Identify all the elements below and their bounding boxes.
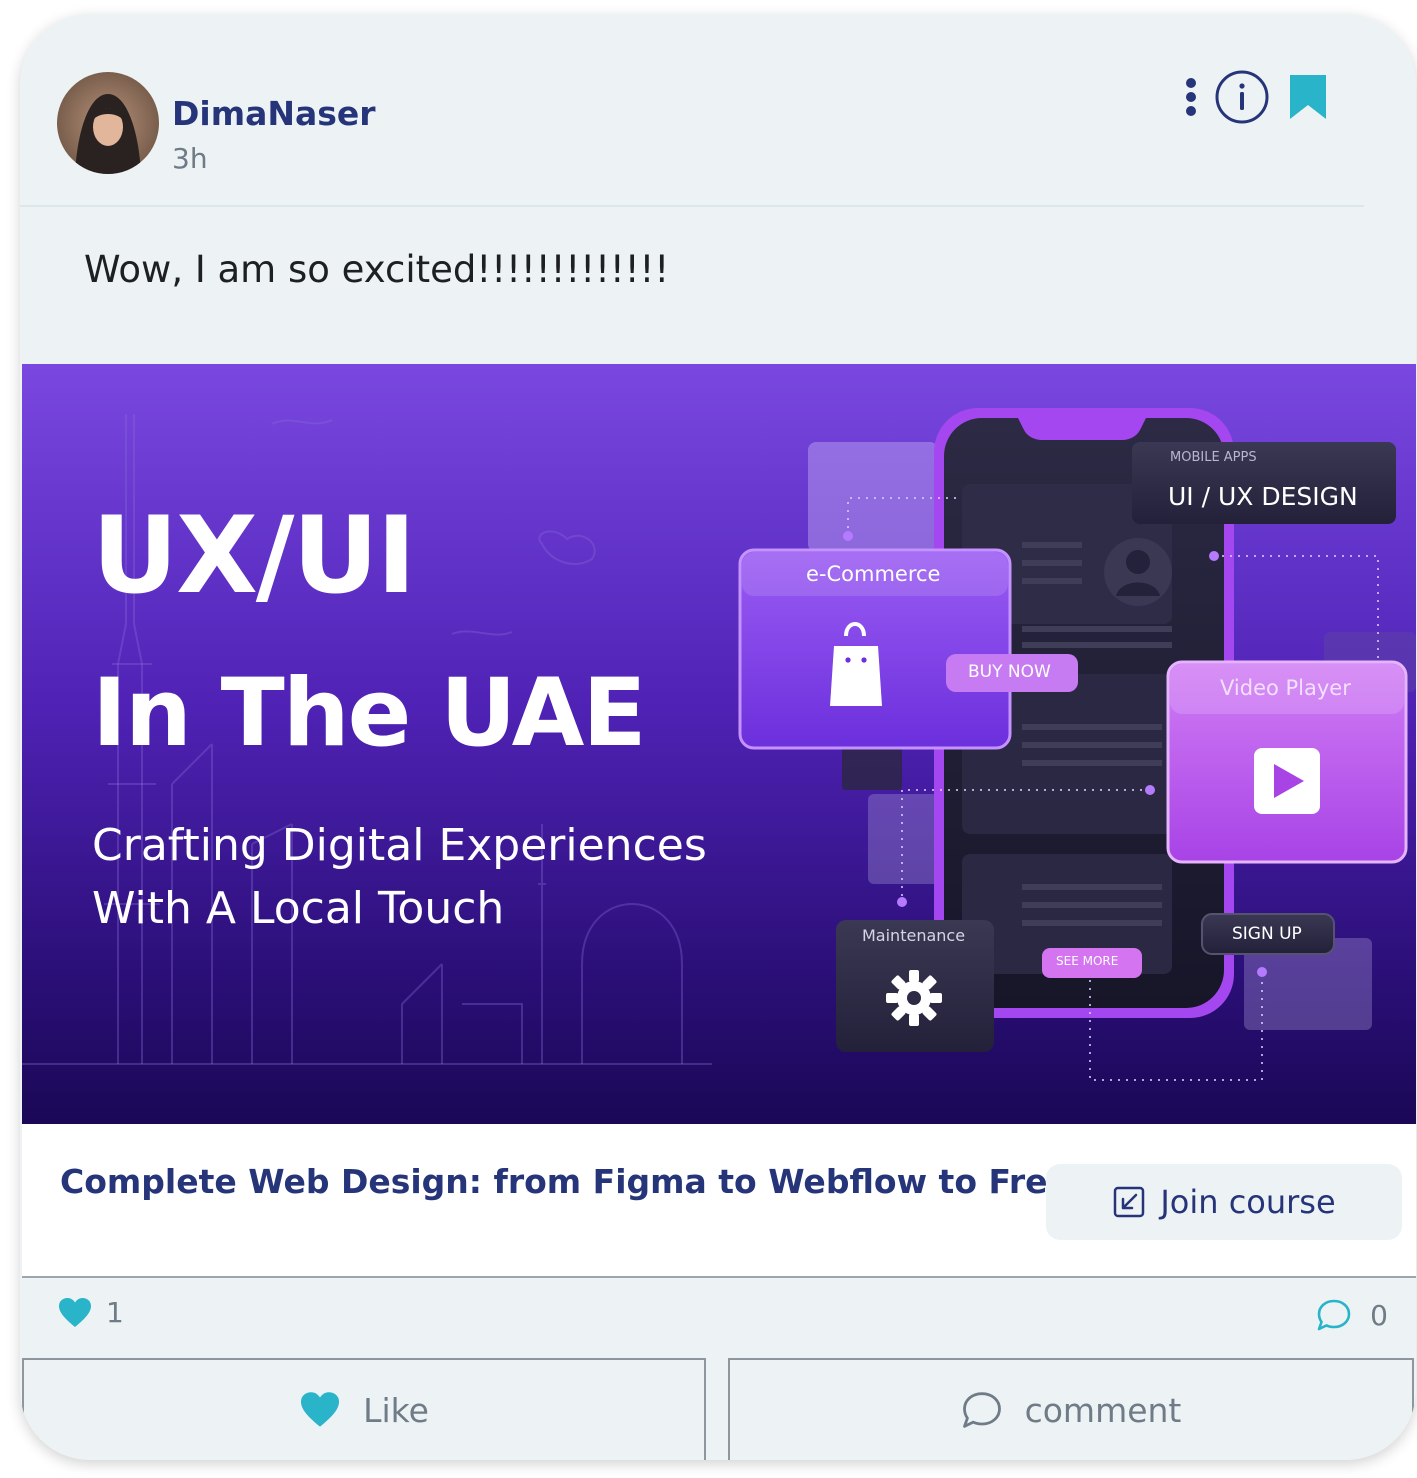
post-header-actions xyxy=(1184,69,1330,125)
like-button[interactable]: Like xyxy=(22,1358,706,1460)
post-text: Wow, I am so excited!!!!!!!!!!!!! xyxy=(84,248,670,291)
banner-description: Crafting Digital Experiences With A Loca… xyxy=(92,820,707,934)
banner-subtitle: In The UAE xyxy=(92,659,647,768)
comment-label: comment xyxy=(1024,1390,1182,1430)
avatar[interactable] xyxy=(57,72,159,174)
banner-card-title: UI / UX DESIGN xyxy=(1168,482,1358,511)
course-banner-image[interactable]: UX/UI In The UAE Crafting Digital Experi… xyxy=(22,364,1416,1124)
banner-card-label: Video Player xyxy=(1220,676,1351,700)
more-vertical-icon[interactable] xyxy=(1184,75,1198,119)
banner-card-label: Maintenance xyxy=(862,926,966,945)
banner-title: UX/UI xyxy=(92,494,416,617)
heart-icon xyxy=(58,1297,92,1329)
comment-button[interactable]: comment xyxy=(728,1358,1414,1460)
comment-icon xyxy=(1316,1298,1352,1332)
bookmark-icon[interactable] xyxy=(1286,71,1330,123)
banner-card-label: SEE MORE xyxy=(1056,954,1119,968)
banner-card-label: e-Commerce xyxy=(806,562,941,586)
comment-icon xyxy=(961,1390,1003,1430)
author-name[interactable]: DimaNaser xyxy=(172,94,376,133)
header-divider xyxy=(20,205,1364,207)
info-icon[interactable] xyxy=(1214,69,1270,125)
comments-stat[interactable]: 0 xyxy=(1316,1298,1388,1332)
heart-icon xyxy=(299,1391,341,1429)
post-card: DimaNaser 3h Wow, I am so excited!!!!!!!… xyxy=(20,14,1416,1460)
join-course-button[interactable]: Join course xyxy=(1046,1164,1402,1240)
banner-card-label: MOBILE APPS xyxy=(1170,450,1257,465)
course-row: Complete Web Design: from Figma to Webfl… xyxy=(22,1124,1416,1278)
course-title[interactable]: Complete Web Design: from Figma to Webfl… xyxy=(60,1162,1050,1201)
like-label: Like xyxy=(363,1390,429,1430)
comments-count: 0 xyxy=(1370,1298,1388,1332)
post-time: 3h xyxy=(172,142,208,175)
join-course-label: Join course xyxy=(1160,1183,1336,1221)
join-arrow-icon xyxy=(1112,1185,1146,1219)
banner-card-label: SIGN UP xyxy=(1232,924,1302,944)
likes-stat[interactable]: 1 xyxy=(58,1296,124,1329)
banner-card-label: BUY NOW xyxy=(968,662,1051,682)
likes-count: 1 xyxy=(106,1296,124,1329)
